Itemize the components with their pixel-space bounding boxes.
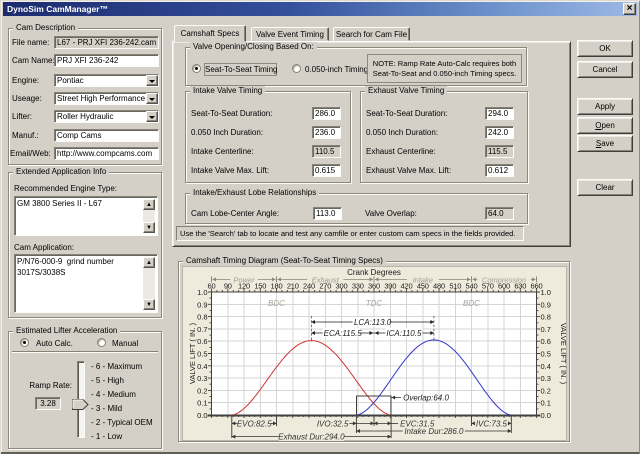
- svg-text:LCA:113.0: LCA:113.0: [354, 318, 392, 327]
- svg-text:0.7: 0.7: [541, 325, 551, 334]
- svg-text:0.1: 0.1: [541, 399, 551, 408]
- svg-text:Overlap:64.0: Overlap:64.0: [403, 394, 449, 403]
- svg-text:540: 540: [466, 282, 478, 291]
- svg-text:TDC: TDC: [366, 299, 383, 308]
- svg-text:ECA:115.5: ECA:115.5: [324, 329, 363, 338]
- svg-text:EVO:82.5: EVO:82.5: [237, 419, 272, 428]
- svg-text:360: 360: [368, 282, 380, 291]
- svg-text:Intake Dur:286.0: Intake Dur:286.0: [404, 427, 464, 436]
- svg-text:0.5: 0.5: [541, 350, 551, 359]
- svg-text:IVO:32.5: IVO:32.5: [317, 419, 349, 428]
- svg-text:0.9: 0.9: [197, 300, 207, 309]
- svg-text:Compression: Compression: [482, 275, 526, 284]
- svg-text:0.6: 0.6: [541, 337, 551, 346]
- svg-text:0.9: 0.9: [541, 300, 551, 309]
- svg-text:0.3: 0.3: [541, 374, 551, 383]
- svg-text:0.2: 0.2: [197, 386, 207, 395]
- svg-text:0.3: 0.3: [197, 374, 207, 383]
- svg-text:60: 60: [208, 282, 216, 291]
- svg-text:Intake: Intake: [413, 275, 433, 284]
- svg-text:180: 180: [271, 282, 283, 291]
- svg-text:0.8: 0.8: [541, 313, 551, 322]
- svg-text:0.8: 0.8: [197, 313, 207, 322]
- svg-text:0.1: 0.1: [197, 399, 207, 408]
- svg-text:0.0: 0.0: [197, 411, 207, 420]
- svg-text:BDC: BDC: [268, 299, 285, 308]
- svg-text:510: 510: [449, 282, 461, 291]
- svg-text:Exhaust Dur:294.0: Exhaust Dur:294.0: [278, 433, 345, 441]
- svg-text:0.0: 0.0: [541, 411, 551, 420]
- svg-text:Crank Degrees: Crank Degrees: [347, 268, 401, 277]
- svg-text:0.6: 0.6: [197, 337, 207, 346]
- svg-text:VALVE LIFT ( IN. ): VALVE LIFT ( IN. ): [559, 323, 567, 385]
- svg-text:330: 330: [352, 282, 364, 291]
- svg-text:0.4: 0.4: [197, 362, 207, 371]
- svg-text:BDC: BDC: [463, 299, 480, 308]
- svg-text:Exhaust: Exhaust: [312, 275, 340, 284]
- svg-text:1.0: 1.0: [541, 288, 551, 297]
- svg-text:0.7: 0.7: [197, 325, 207, 334]
- svg-text:0.4: 0.4: [541, 362, 551, 371]
- svg-text:0.5: 0.5: [197, 350, 207, 359]
- svg-text:210: 210: [287, 282, 299, 291]
- svg-text:ICA:110.5: ICA:110.5: [386, 329, 422, 338]
- svg-text:390: 390: [384, 282, 396, 291]
- svg-text:Power: Power: [233, 275, 255, 284]
- svg-text:VALVE LIFT ( IN. ): VALVE LIFT ( IN. ): [188, 322, 197, 384]
- svg-text:1.0: 1.0: [197, 288, 207, 297]
- svg-text:IVC:73.5: IVC:73.5: [476, 419, 508, 428]
- svg-text:0.2: 0.2: [541, 386, 551, 395]
